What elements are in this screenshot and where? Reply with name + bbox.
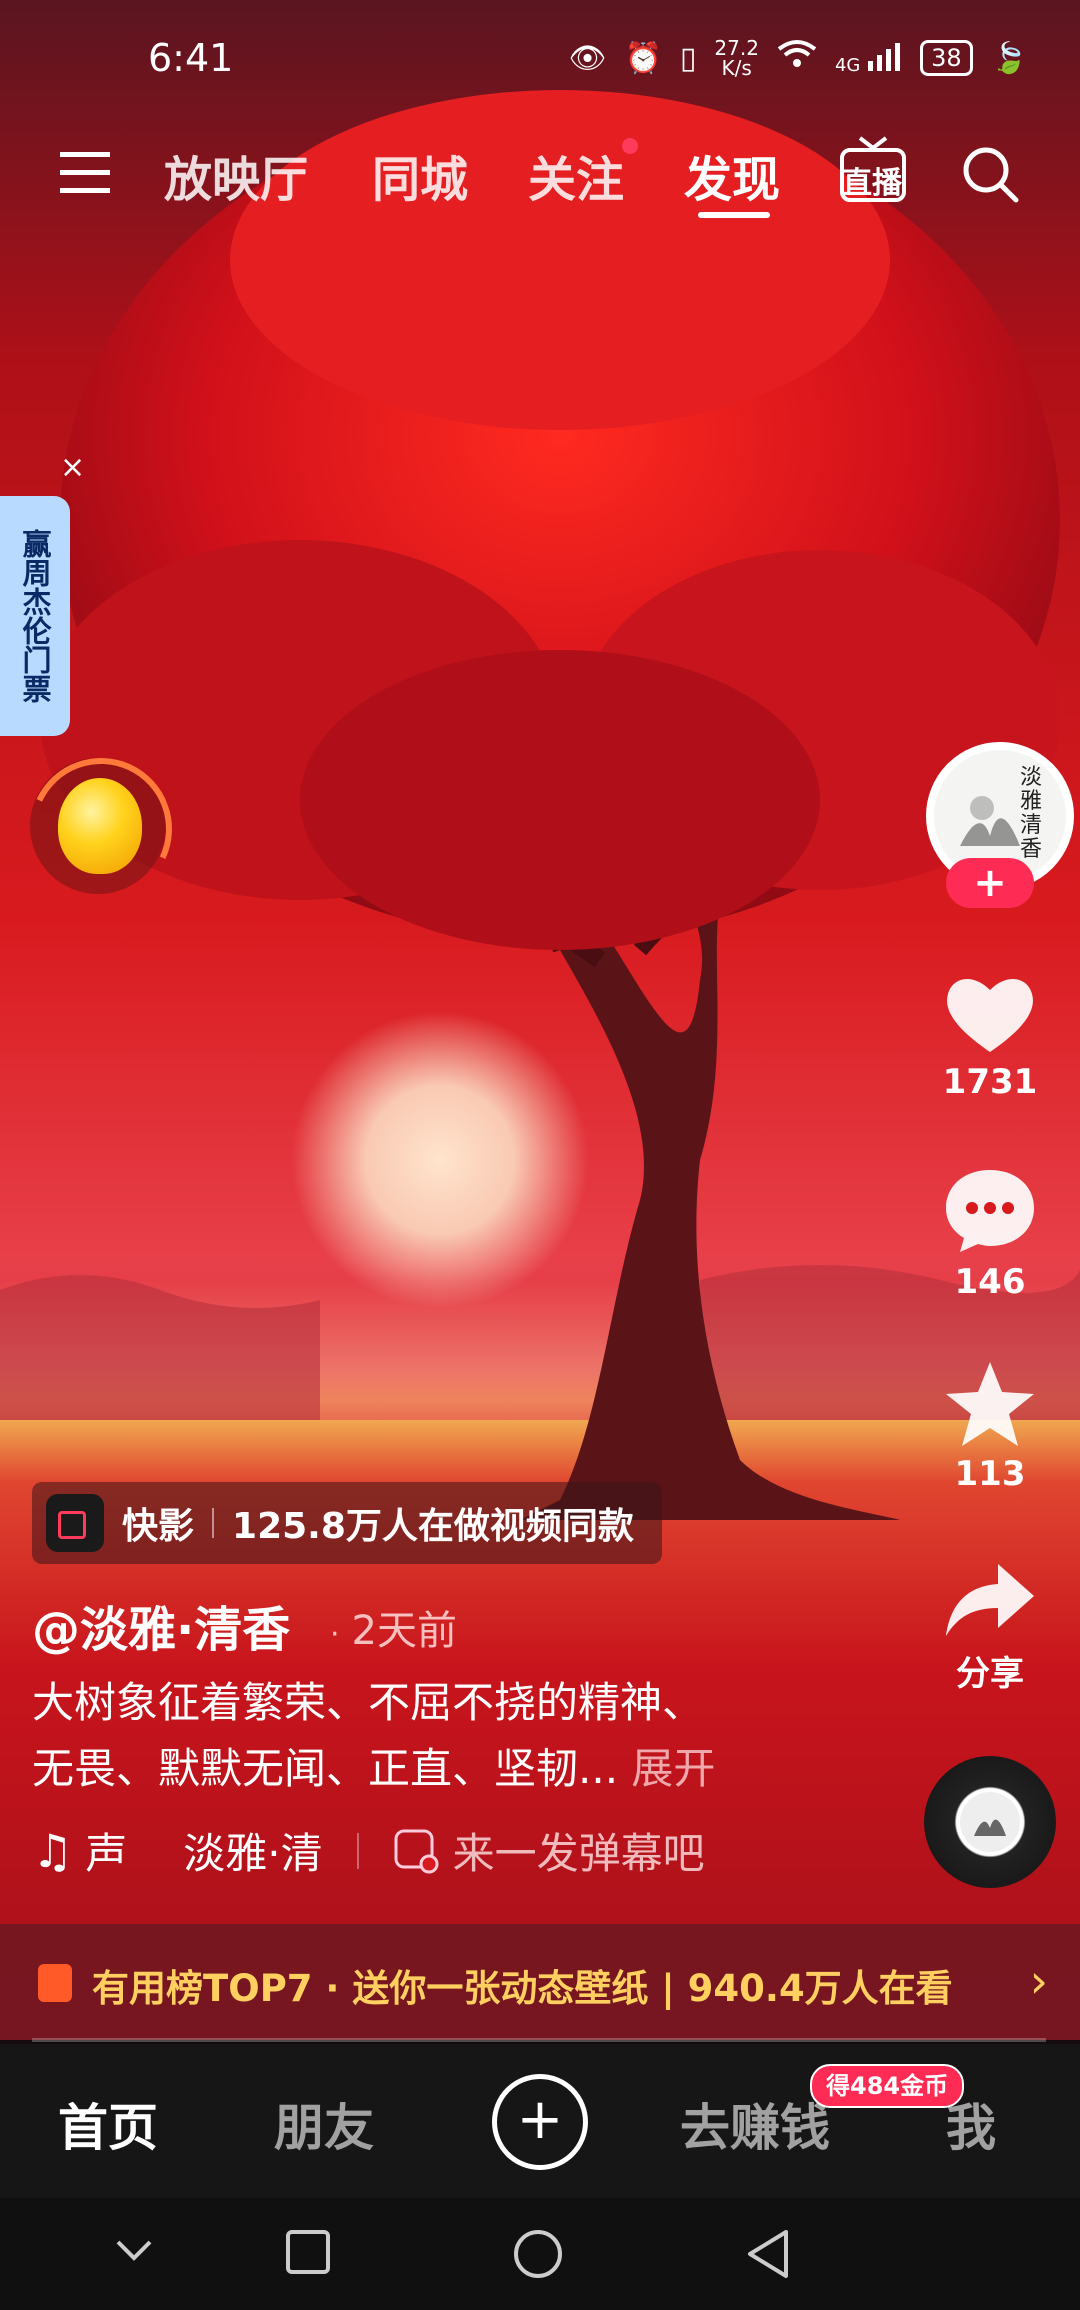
home-icon[interactable]	[512, 2228, 564, 2284]
author-name[interactable]: @淡雅·清香	[32, 1590, 290, 1660]
tab-following[interactable]: 关注	[528, 140, 624, 210]
tab-discover[interactable]: 发现	[684, 140, 780, 210]
battery-indicator: 38	[920, 40, 973, 76]
avatar-text: 淡雅清香	[1020, 765, 1043, 862]
menu-icon[interactable]	[60, 150, 114, 200]
template-bar[interactable]: 快影 125.8万人在做视频同款	[32, 1482, 662, 1564]
net-speed: 27.2 K/s	[714, 36, 759, 80]
golden-egg-icon	[58, 778, 142, 874]
favorite-count: 113	[954, 1454, 1026, 1494]
jay-chou-ticket-promo[interactable]: 赢周杰伦门票	[0, 496, 70, 736]
video-progress-bar[interactable]	[32, 2038, 1046, 2042]
share-arrow-icon	[946, 1564, 1034, 1636]
eye-icon: 👁	[568, 40, 607, 76]
chevron-right-icon: ›	[1029, 1954, 1048, 2008]
bottom-tab-bar: 首页 朋友 + 去赚钱 得484金币 我	[0, 2044, 1080, 2198]
heart-icon	[947, 978, 1033, 1052]
clock: 6:41	[148, 36, 234, 80]
tab-home[interactable]: 首页	[58, 2088, 158, 2160]
system-nav-bar	[0, 2198, 1080, 2310]
like-count: 1731	[942, 1062, 1038, 1102]
alarm-icon: ⏰	[624, 40, 662, 76]
status-bar: 6:41 👁 ⏰ ▯ 27.2 K/s 4G 38 🍃	[0, 0, 1080, 120]
comment-count: 146	[954, 1262, 1026, 1302]
divider	[212, 1508, 215, 1538]
promo-close-button[interactable]: ×	[60, 450, 85, 485]
hot-list-banner[interactable]: 有用榜TOP7 · 送你一张动态壁纸 | 940.4万人在看 ›	[0, 1924, 1080, 2040]
hot-list-text: 有用榜TOP7 · 送你一张动态壁纸 | 940.4万人在看	[92, 1967, 953, 2010]
reward-egg-widget[interactable]	[9, 737, 193, 921]
template-usage-text: 125.8万人在做视频同款	[232, 1506, 634, 1547]
music-row: ♫ 声 淡雅·清 来一发弹幕吧	[32, 1820, 705, 1881]
new-content-dot	[622, 138, 638, 154]
comment-button[interactable]: 146	[920, 1166, 1060, 1302]
music-disc[interactable]	[924, 1756, 1056, 1888]
live-button[interactable]: 直播	[838, 130, 908, 210]
like-button[interactable]: 1731	[920, 972, 1060, 1102]
star-icon	[946, 1362, 1034, 1446]
danmu-input[interactable]: 来一发弹幕吧	[393, 1820, 705, 1881]
search-icon[interactable]	[960, 144, 1022, 210]
danmu-icon	[394, 1829, 439, 1873]
live-label: 直播	[842, 166, 902, 201]
create-post-button[interactable]: +	[492, 2074, 588, 2170]
divider	[356, 1832, 359, 1869]
back-icon[interactable]	[744, 2228, 792, 2284]
tab-friends[interactable]: 朋友	[274, 2088, 374, 2160]
music-source[interactable]: 淡雅·清	[183, 1820, 322, 1881]
leaf-icon: 🍃	[990, 40, 1028, 76]
wifi-icon	[777, 39, 817, 77]
share-label: 分享	[956, 1654, 1024, 1694]
tab-me[interactable]: 我	[946, 2088, 996, 2160]
tab-local[interactable]: 同城	[372, 140, 468, 210]
expand-link[interactable]: 展开	[631, 1744, 715, 1793]
status-icons: 👁 ⏰ ▯ 27.2 K/s 4G 38 🍃	[568, 38, 1028, 78]
hide-keyboard-icon[interactable]	[112, 2228, 156, 2276]
coin-reward-badge: 得484金币	[810, 2064, 965, 2108]
favorite-button[interactable]: 113	[920, 1358, 1060, 1494]
follow-button[interactable]: +	[946, 858, 1034, 908]
active-tab-indicator	[698, 212, 770, 218]
signal-icon: 4G	[835, 41, 902, 76]
post-time: · 2天前	[330, 1608, 457, 1654]
post-description-line2: 无畏、默默无闻、正直、坚韧... 展开	[32, 1744, 716, 1793]
tab-cinema[interactable]: 放映厅	[164, 140, 308, 210]
music-label[interactable]: 声	[85, 1820, 127, 1881]
template-app-name: 快影	[122, 1506, 195, 1547]
top-nav: 放映厅 同城 关注 发现 直播	[0, 130, 1080, 220]
vibrate-icon: ▯	[679, 40, 697, 76]
disc-art-icon	[960, 1792, 1020, 1852]
tab-earn[interactable]: 去赚钱	[680, 2088, 830, 2160]
share-button[interactable]: 分享	[920, 1560, 1060, 1695]
recent-apps-icon[interactable]	[284, 2228, 332, 2280]
trophy-icon	[38, 1964, 72, 2002]
post-description-line1: 大树象征着繁荣、不屈不挠的精神、	[32, 1678, 705, 1727]
comment-icon	[946, 1170, 1034, 1252]
music-note-icon: ♫	[32, 1823, 74, 1878]
kuaiying-logo-icon	[46, 1494, 104, 1552]
